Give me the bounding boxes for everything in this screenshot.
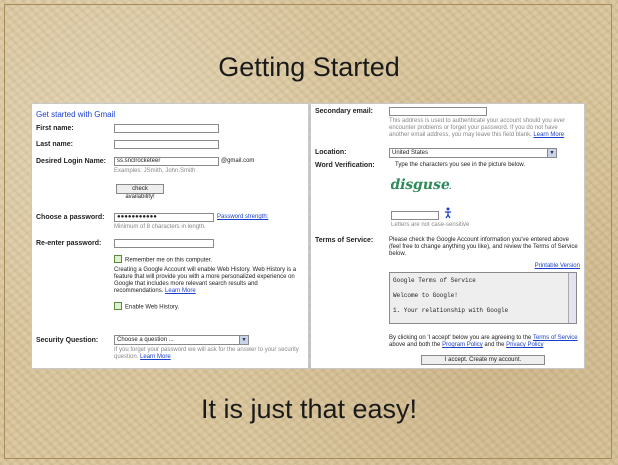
security-hint: If you forget your password we will ask …	[114, 347, 299, 360]
agreement-text: By clicking on 'I accept' below you are …	[389, 335, 578, 348]
captcha-image: disgusem	[391, 177, 451, 193]
word-verification-prompt: Type the characters you see in the pictu…	[395, 162, 526, 168]
reenter-password-input[interactable]	[114, 239, 214, 248]
tos-line: Welcome to Google!	[393, 292, 458, 299]
remember-me-checkbox[interactable]	[114, 255, 122, 263]
security-learn-more-link[interactable]: Learn More	[140, 354, 171, 360]
remember-me-row[interactable]: Remember me on this computer.	[114, 255, 213, 264]
enable-web-history-row[interactable]: Enable Web History.	[114, 302, 180, 311]
form-heading: Get started with Gmail	[36, 110, 116, 119]
secondary-email-label: Secondary email:	[315, 108, 373, 115]
gmail-domain-suffix: @gmail.com	[221, 158, 255, 164]
security-question-select[interactable]: Choose a question ... ▼	[114, 335, 249, 345]
slide-footer: It is just that easy!	[200, 394, 418, 424]
login-examples: Examples: JSmith, John.Smith	[114, 168, 196, 174]
last-name-input[interactable]	[114, 140, 219, 149]
gmail-signup-form-right: Secondary email: This address is used to…	[310, 103, 585, 369]
chevron-down-icon: ▼	[547, 149, 556, 157]
tos-intro: Please check the Google Account informat…	[389, 237, 578, 257]
web-history-learn-more-link[interactable]: Learn More	[165, 288, 196, 294]
slide-title: Getting Started	[218, 52, 400, 82]
tos-textarea[interactable]: Google Terms of Service Welcome to Googl…	[389, 272, 577, 324]
location-label: Location:	[315, 149, 347, 156]
privacy-policy-link[interactable]: Privacy Policy	[506, 342, 543, 348]
tos-line: Google Terms of Service	[393, 277, 476, 284]
program-policy-link[interactable]: Program Policy	[442, 342, 483, 348]
captcha-text: disgusem	[391, 177, 451, 193]
tos-line: 1. Your relationship with Google	[393, 307, 509, 314]
printable-version-link[interactable]: Printable Version	[535, 263, 580, 269]
secondary-email-hint: This address is used to authenticate you…	[389, 118, 566, 138]
remember-me-label: Remember me on this computer.	[125, 257, 213, 264]
tos-scrollbar[interactable]	[568, 273, 576, 323]
accessibility-icon[interactable]	[442, 207, 454, 219]
first-name-input[interactable]	[114, 124, 219, 133]
last-name-label: Last name:	[36, 141, 73, 148]
terms-of-service-link[interactable]: Terms of Service	[533, 335, 578, 341]
reenter-password-label: Re-enter password:	[36, 240, 102, 247]
captcha-input[interactable]	[391, 211, 439, 220]
login-name-label: Desired Login Name:	[36, 158, 107, 165]
chevron-down-icon: ▼	[239, 336, 248, 344]
accept-create-account-button[interactable]: I accept. Create my account.	[421, 355, 545, 365]
password-input[interactable]: ●●●●●●●●●●●	[114, 213, 214, 222]
case-hint: Letters are not case-sensitive	[391, 222, 470, 228]
secondary-email-input[interactable]	[389, 107, 487, 116]
first-name-label: First name:	[36, 125, 74, 132]
login-name-input[interactable]: ss.snclrocketeer	[114, 157, 219, 166]
password-hint: Minimum of 8 characters in length.	[114, 224, 206, 230]
gmail-signup-form-left: Get started with Gmail First name: Last …	[31, 103, 309, 369]
enable-web-history-label: Enable Web History.	[125, 304, 180, 311]
secondary-learn-more-link[interactable]: Learn More	[533, 132, 564, 138]
word-verification-label: Word Verification:	[315, 162, 375, 169]
password-strength-link[interactable]: Password strength:	[217, 214, 268, 220]
security-question-label: Security Question:	[36, 337, 99, 344]
choose-password-label: Choose a password:	[36, 214, 105, 221]
web-history-text: Creating a Google Account will enable We…	[114, 267, 297, 294]
location-select[interactable]: United States ▼	[389, 148, 557, 158]
enable-web-history-checkbox[interactable]	[114, 302, 122, 310]
terms-of-service-label: Terms of Service:	[315, 237, 374, 244]
check-availability-button[interactable]: check availability!	[116, 184, 164, 200]
